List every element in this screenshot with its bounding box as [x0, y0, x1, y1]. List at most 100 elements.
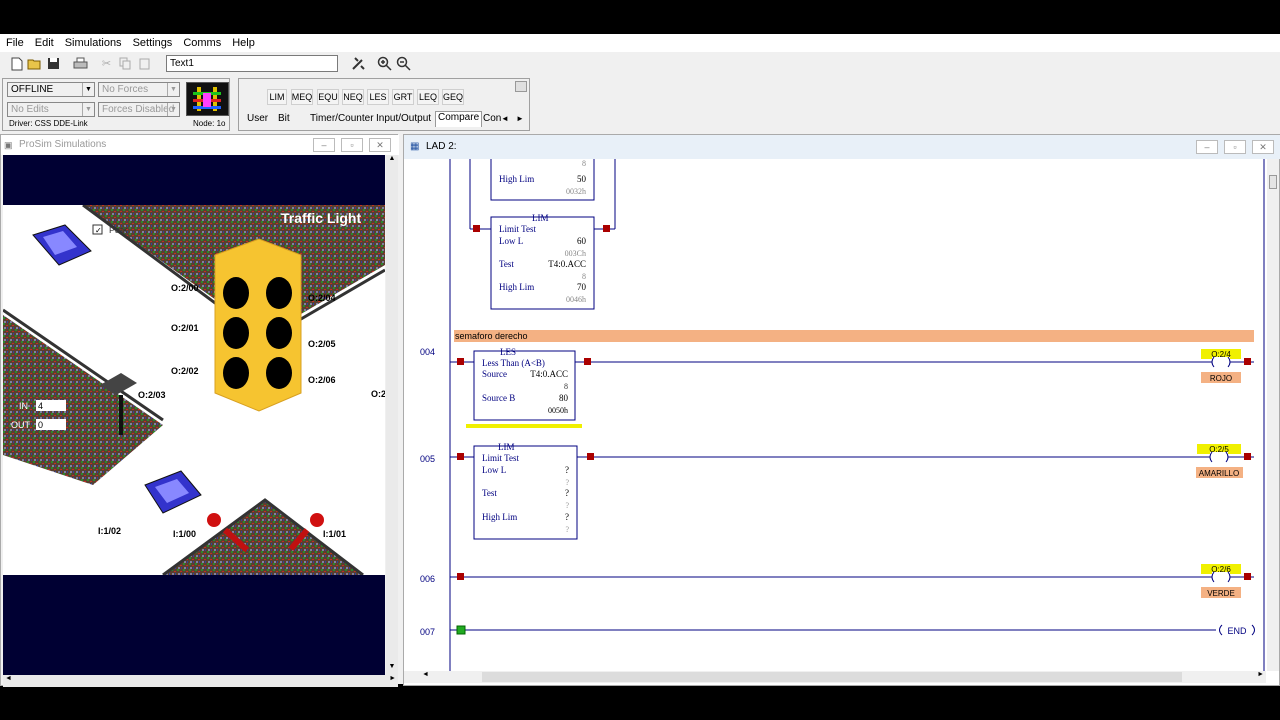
menu-edit[interactable]: Edit [35, 37, 54, 49]
edits-select[interactable]: No Edits ▼ [7, 102, 95, 117]
branch-node[interactable] [603, 225, 610, 232]
tools-icon[interactable] [350, 55, 367, 72]
menu-file[interactable]: File [6, 37, 24, 49]
output-label: O:2/01 [171, 323, 199, 333]
paste-icon[interactable] [136, 55, 153, 72]
rung-node[interactable] [457, 453, 464, 460]
instruction-palette: LIM MEQ EQU NEQ LES GRT LEQ GEQ User Bit… [238, 78, 530, 131]
park-label: Park [109, 225, 128, 235]
forces-enabled-value: Forces Disabled [102, 104, 175, 115]
rung-node[interactable] [1244, 573, 1251, 580]
lad-horizontal-scrollbar[interactable]: ◄ ► [404, 671, 1266, 683]
out-label: OUT [11, 420, 31, 430]
equ-button[interactable]: EQU [317, 89, 339, 105]
les-button[interactable]: LES [367, 89, 389, 105]
menu-settings[interactable]: Settings [133, 37, 173, 49]
tab-scroll-right-icon[interactable]: ► [516, 114, 524, 123]
tab-input-output[interactable]: Input/Output [376, 113, 431, 124]
prosim-horizontal-scrollbar[interactable]: ◄ ► [3, 675, 398, 687]
menu-comms[interactable]: Comms [183, 37, 221, 49]
forces-select[interactable]: No Forces ▼ [98, 82, 180, 97]
output-coil[interactable] [1211, 571, 1231, 583]
rung-comment: semaforo derecho [455, 331, 528, 341]
cut-icon[interactable]: ✂ [98, 55, 115, 72]
leq-button[interactable]: LEQ [417, 89, 439, 105]
prosim-vertical-scrollbar[interactable]: ▲ ▼ [386, 155, 398, 675]
minimize-button[interactable]: – [313, 138, 335, 152]
palette-options-icon[interactable] [515, 81, 527, 92]
top-high-hex: 0032h [566, 187, 586, 196]
lim-name: LIM [532, 213, 549, 223]
edits-value: No Edits [11, 104, 49, 115]
print-icon[interactable] [72, 55, 89, 72]
tab-scroll-left-icon[interactable]: ◄ [501, 114, 509, 123]
driver-label: Driver: CSS DDE-Link [9, 119, 88, 128]
text-field[interactable] [166, 55, 338, 72]
lim-test-val: T4:0.ACC [548, 259, 586, 269]
app-icon: ▣ [4, 140, 13, 150]
rung-node[interactable] [457, 573, 464, 580]
lim-high-hex: 0046h [566, 295, 586, 304]
lim-test-num: 8 [582, 272, 586, 281]
zoom-out-icon[interactable] [395, 55, 412, 72]
in-value: 4 [38, 401, 43, 411]
lim-test-label: Test [482, 488, 497, 498]
lim-high-val: 70 [577, 282, 587, 292]
menu-simulations[interactable]: Simulations [65, 37, 122, 49]
branch-node[interactable] [473, 225, 480, 232]
copy-icon[interactable] [117, 55, 134, 72]
rung-node[interactable] [584, 358, 591, 365]
close-button[interactable]: ✕ [369, 138, 391, 152]
tab-compare[interactable]: Compare [435, 111, 483, 127]
menu-help[interactable]: Help [232, 37, 255, 49]
rung-comment-bar[interactable] [454, 330, 1254, 342]
sensor-right[interactable] [310, 513, 324, 527]
les-a-val: T4:0.ACC [530, 369, 568, 379]
rung-node[interactable] [1244, 453, 1251, 460]
rung-cursor[interactable] [456, 625, 466, 635]
output-label: O:2/04 [308, 293, 336, 303]
meq-button[interactable]: MEQ [291, 89, 313, 105]
neq-button[interactable]: NEQ [342, 89, 364, 105]
lim-button[interactable]: LIM [267, 89, 287, 105]
coil-label: AMARILLO [1199, 469, 1239, 478]
close-button[interactable]: ✕ [1252, 140, 1274, 154]
new-file-icon[interactable] [8, 55, 25, 72]
output-label: O:2 [371, 389, 385, 399]
lim-low-hex: ? [565, 478, 569, 487]
ladder-editor[interactable]: 8 High Lim 50 0032h LIM Limit Test Low L… [404, 159, 1266, 671]
minimize-button[interactable]: – [1196, 140, 1218, 154]
lad-vertical-scrollbar[interactable] [1267, 159, 1279, 671]
geq-button[interactable]: GEQ [442, 89, 464, 105]
lim-test-num: ? [565, 501, 569, 510]
open-folder-icon[interactable] [26, 55, 43, 72]
output-label: O:2/00 [171, 283, 199, 293]
sensor-left[interactable] [207, 513, 221, 527]
zoom-in-icon[interactable] [376, 55, 393, 72]
top-high-label: High Lim [499, 174, 534, 184]
rung-number: 004 [420, 347, 435, 357]
prosim-title: ProSim Simulations [19, 139, 107, 150]
save-icon[interactable] [45, 55, 62, 72]
rung-node[interactable] [1244, 358, 1251, 365]
rung-node[interactable] [457, 358, 464, 365]
lad-titlebar: ▦ LAD 2: – ▫ ✕ [404, 135, 1280, 159]
output-coil[interactable] [1211, 356, 1231, 368]
traffic-light[interactable] [214, 238, 302, 412]
maximize-button[interactable]: ▫ [341, 138, 363, 152]
lim-desc: Limit Test [482, 453, 519, 463]
maximize-button[interactable]: ▫ [1224, 140, 1246, 154]
grt-button[interactable]: GRT [392, 89, 414, 105]
mode-select[interactable]: OFFLINE ▼ [7, 82, 95, 97]
output-coil[interactable] [1209, 451, 1229, 463]
input-label: I:1/00 [173, 529, 196, 539]
tab-user[interactable]: User [247, 113, 268, 124]
tab-bit[interactable]: Bit [278, 113, 290, 124]
lim-low-val: ? [565, 465, 569, 475]
tab-con[interactable]: Con [483, 113, 501, 124]
rung-node[interactable] [587, 453, 594, 460]
toolbar: ✂ [0, 52, 1280, 76]
tab-timer-counter[interactable]: Timer/Counter [310, 113, 374, 124]
output-label: O:2/03 [138, 390, 166, 400]
forces-enabled-select[interactable]: Forces Disabled ▼ [98, 102, 180, 117]
